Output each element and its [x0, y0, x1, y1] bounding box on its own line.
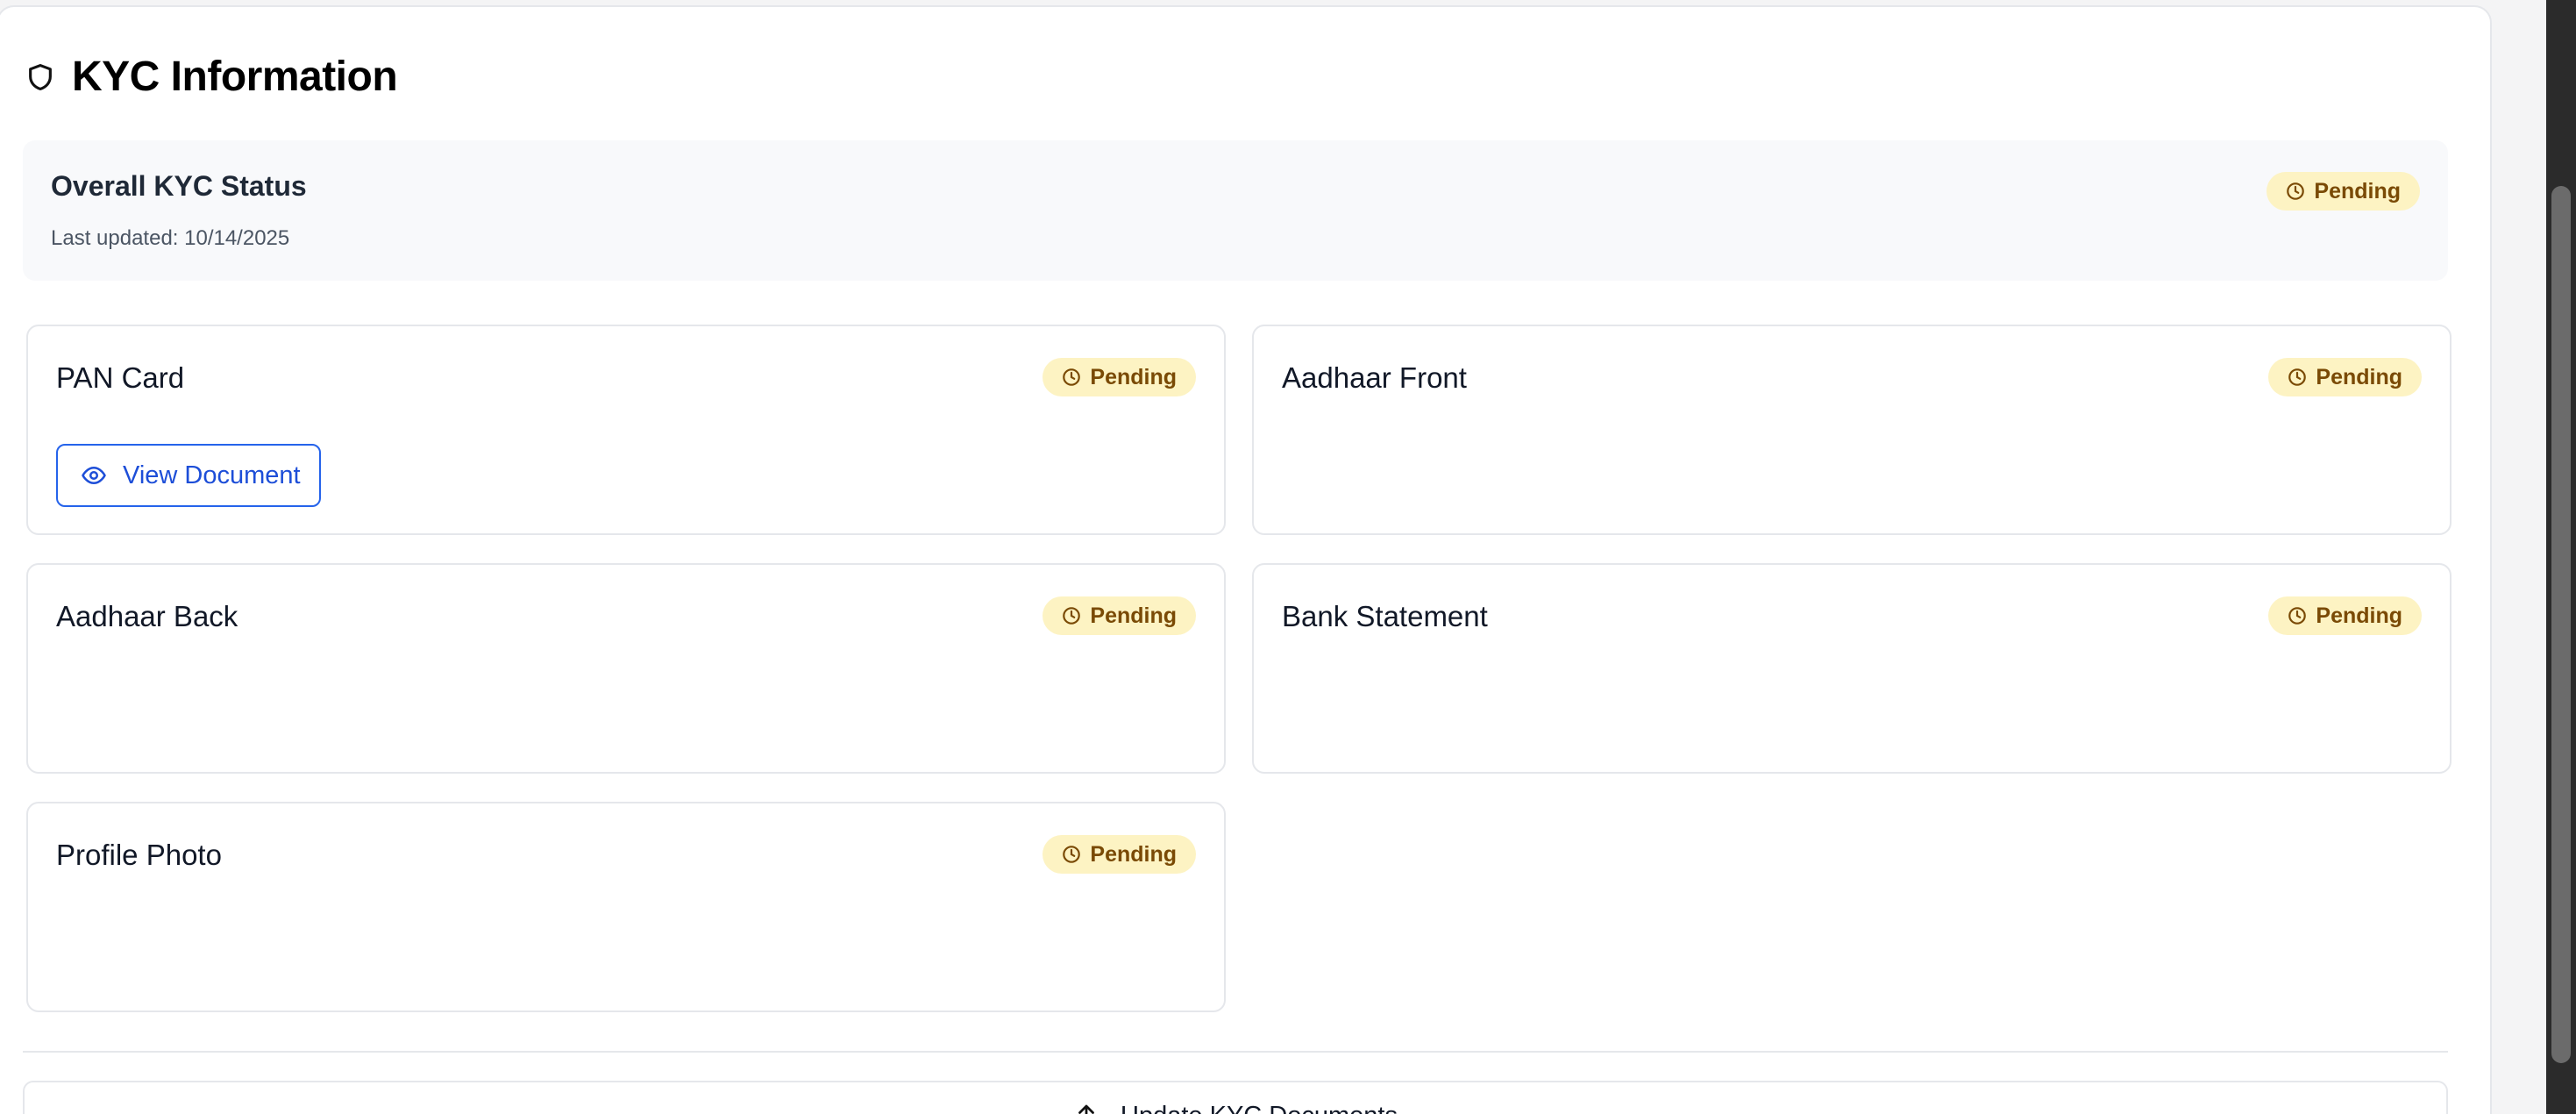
status-badge: Pending: [1042, 835, 1196, 874]
status-badge: Pending: [2266, 172, 2420, 211]
status-badge-label: Pending: [1090, 841, 1177, 867]
overall-status-title: Overall KYC Status: [51, 170, 307, 202]
scrollbar-thumb[interactable]: [2551, 186, 2571, 1063]
viewport: KYC Information Overall KYC Status Last …: [0, 0, 2576, 1114]
status-badge: Pending: [1042, 596, 1196, 635]
upload-icon: [1073, 1102, 1099, 1114]
status-badge-label: Pending: [2316, 603, 2402, 628]
document-name: Aadhaar Front: [1282, 361, 1467, 394]
update-kyc-documents-button[interactable]: Update KYC Documents: [23, 1081, 2448, 1114]
document-name: Bank Statement: [1282, 600, 1488, 632]
clock-icon: [2288, 606, 2307, 625]
last-updated-text: Last updated: 10/14/2025: [51, 226, 290, 250]
section-title: KYC Information: [72, 54, 398, 100]
shield-icon: [23, 60, 58, 95]
status-badge: Pending: [2268, 596, 2422, 635]
status-badge-label: Pending: [2316, 364, 2402, 389]
section-header: KYC Information: [23, 53, 398, 101]
status-badge-label: Pending: [1090, 364, 1177, 389]
clock-icon: [1062, 606, 1081, 625]
clock-icon: [1062, 368, 1081, 387]
view-document-button[interactable]: View Document: [56, 444, 321, 507]
document-card-aadhaar-front: Aadhaar Front Pending: [1252, 325, 2451, 535]
status-badge-label: Pending: [2314, 178, 2401, 204]
section-divider: [23, 1051, 2448, 1053]
status-badge: Pending: [1042, 358, 1196, 396]
status-badge-label: Pending: [1090, 603, 1177, 628]
view-document-label: View Document: [123, 461, 301, 489]
kyc-card: KYC Information Overall KYC Status Last …: [0, 5, 2492, 1114]
document-name: Profile Photo: [56, 839, 222, 871]
scrollbar[interactable]: [2546, 0, 2576, 1114]
document-card-profile-photo: Profile Photo Pending: [26, 802, 1226, 1012]
update-kyc-documents-label: Update KYC Documents: [1121, 1102, 1398, 1114]
overall-status-panel: Overall KYC Status Last updated: 10/14/2…: [23, 140, 2448, 281]
document-card-bank-statement: Bank Statement Pending: [1252, 563, 2451, 774]
document-name: PAN Card: [56, 361, 185, 394]
document-card-aadhaar-back: Aadhaar Back Pending: [26, 563, 1226, 774]
clock-icon: [2288, 368, 2307, 387]
clock-icon: [1062, 845, 1081, 864]
status-badge: Pending: [2268, 358, 2422, 396]
document-name: Aadhaar Back: [56, 600, 238, 632]
clock-icon: [2286, 182, 2305, 201]
eye-icon: [81, 462, 107, 489]
document-card-pan: PAN Card Pending View Document: [26, 325, 1226, 535]
